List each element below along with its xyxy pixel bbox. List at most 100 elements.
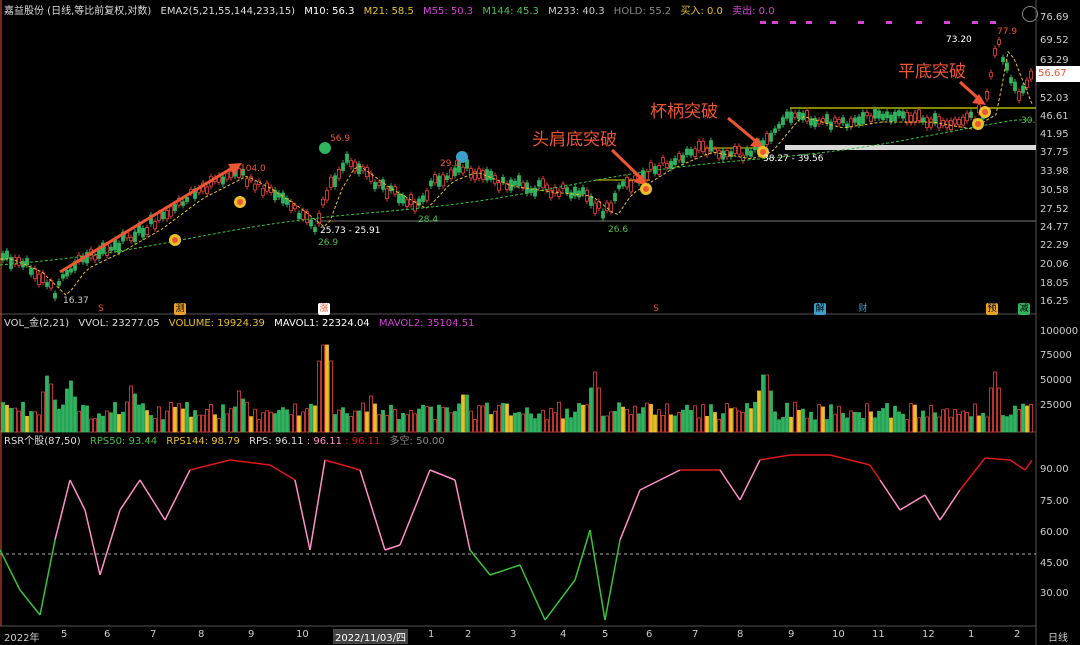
volume-bar — [801, 408, 805, 433]
volume-bar — [733, 407, 737, 433]
volume-bar — [293, 403, 297, 433]
candle-body — [29, 267, 33, 275]
volume-bar — [985, 416, 989, 433]
volume-bar — [1021, 403, 1025, 433]
volume-bar — [357, 410, 361, 433]
volume-bar — [685, 404, 689, 433]
volume-bar — [73, 396, 77, 433]
rsr-segment — [39, 539, 56, 616]
candle-body — [1009, 77, 1013, 84]
volume-bar — [37, 414, 41, 433]
candle-body — [625, 176, 629, 188]
volume-bar — [613, 410, 617, 433]
candle-body — [701, 140, 705, 153]
volume-bar — [425, 406, 429, 433]
volume-bar — [745, 403, 749, 433]
event-marker[interactable]: 涨 — [318, 303, 330, 315]
event-marker[interactable]: S — [650, 303, 662, 315]
volume-bar — [409, 410, 413, 433]
label-low3: 28.4 — [418, 215, 439, 225]
event-marker[interactable]: 财 — [857, 303, 869, 315]
y-tick: 30.58 — [1040, 185, 1069, 196]
candle-body — [773, 128, 777, 133]
candle-body — [105, 244, 109, 256]
volume-bar — [857, 412, 861, 433]
volume-bar — [389, 404, 393, 433]
candle-body — [221, 176, 225, 185]
volume-bar — [161, 419, 165, 433]
volume-bar — [561, 418, 565, 433]
candle-body — [261, 187, 265, 196]
volume-bar — [573, 411, 577, 433]
candle-body — [53, 292, 57, 299]
volume-bar — [937, 416, 941, 433]
candle-body — [965, 112, 969, 122]
candle-body — [877, 110, 881, 119]
rsr-segment — [69, 479, 86, 511]
y-tick: 20.06 — [1040, 259, 1069, 270]
y-tick: 33.98 — [1040, 166, 1069, 177]
event-marker[interactable]: 解 — [814, 303, 826, 315]
candle-body — [837, 119, 841, 125]
rsr-axis: 90.00 75.00 60.00 45.00 30.00 — [1036, 434, 1080, 626]
volume-bar — [581, 404, 585, 433]
rsr-segment — [589, 529, 606, 621]
volume-bar — [85, 405, 89, 433]
rsr-segment — [84, 509, 101, 576]
volume-bar — [345, 413, 349, 433]
candle-body — [153, 221, 157, 230]
volume-bar — [189, 416, 193, 433]
event-marker[interactable]: 预 — [986, 303, 998, 315]
volume-bar — [501, 402, 505, 433]
rsr-tick: 75.00 — [1040, 496, 1069, 507]
annotation-flat-bottom: 平底突破 — [898, 62, 966, 82]
candle-body — [713, 148, 717, 153]
candle-body — [489, 171, 493, 180]
event-marker[interactable]: S — [95, 303, 107, 315]
candle-body — [349, 160, 353, 168]
y-tick: 46.61 — [1040, 111, 1069, 122]
ma-yellow-line — [0, 50, 1033, 296]
rsr-segment — [359, 469, 386, 551]
volume-bar — [1017, 409, 1021, 433]
volume-bar — [197, 414, 201, 433]
volume-bar — [649, 404, 653, 433]
candle-body — [397, 193, 401, 204]
period-selector[interactable]: 日线 — [1048, 629, 1068, 644]
volume-bar — [57, 408, 61, 433]
volume-bar — [645, 402, 649, 433]
candle-body — [901, 111, 905, 119]
x-label: 8 — [198, 629, 205, 640]
candle-body — [593, 202, 597, 214]
volume-bar — [461, 394, 465, 433]
label-p1: 104.0 — [240, 164, 266, 174]
volume-bar — [89, 418, 93, 433]
event-marker[interactable]: 测 — [174, 303, 186, 315]
chart-canvas[interactable] — [0, 0, 1080, 645]
candle-body — [61, 274, 65, 279]
resistance-band — [785, 145, 1036, 150]
candle-body — [849, 118, 853, 128]
volume-bar — [173, 406, 177, 433]
event-marker[interactable]: 减 — [1018, 303, 1030, 315]
rsr-segment — [454, 479, 471, 551]
volume-bar — [217, 418, 221, 433]
volume-bar — [925, 416, 929, 433]
volume-bar — [229, 408, 233, 433]
volume-bar — [681, 409, 685, 433]
volume-bar — [1029, 403, 1033, 433]
volume-bar — [165, 410, 169, 433]
y-tick: 24.77 — [1040, 222, 1069, 233]
candle-body — [961, 116, 965, 126]
candle-body — [373, 182, 377, 190]
candle-body — [273, 189, 277, 201]
candle-body — [589, 195, 593, 206]
trend-arrow — [59, 166, 233, 274]
rsr-segment — [309, 459, 326, 551]
rsr-segment — [939, 489, 961, 521]
candle-body — [537, 180, 541, 187]
candle-body — [333, 175, 337, 188]
volume-bar — [429, 406, 433, 433]
volume-bar — [5, 404, 9, 433]
volume-bar — [361, 402, 365, 433]
